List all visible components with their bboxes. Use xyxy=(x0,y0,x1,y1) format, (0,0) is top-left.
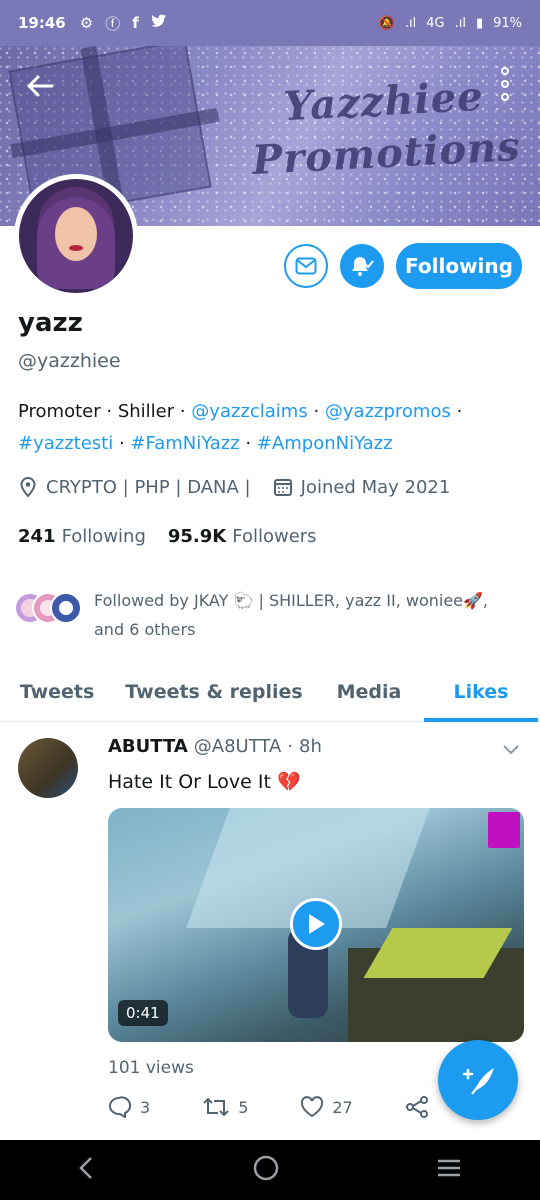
more-dot-icon xyxy=(501,93,509,101)
network-type: 4G xyxy=(426,15,445,31)
bio-mention-link[interactable]: @yazzpromos xyxy=(325,401,451,422)
like-count: 27 xyxy=(332,1097,353,1117)
bio-hashtag-link[interactable]: #FamNiYazz xyxy=(130,433,239,454)
bio-mention-link[interactable]: @yazzclaims xyxy=(191,401,307,422)
more-options-button[interactable] xyxy=(490,64,520,104)
back-button[interactable] xyxy=(18,64,62,108)
video-duration: 0:41 xyxy=(118,1000,168,1026)
broken-heart-emoji: 💔 xyxy=(276,771,301,793)
tab-likes[interactable]: Likes xyxy=(424,662,538,722)
profile-location: CRYPTO | PHP | DANA | xyxy=(46,476,251,498)
followed-by[interactable]: Followed by JKAY 🐑 | SHILLER, yazz II, w… xyxy=(14,586,534,644)
status-time: 19:46 xyxy=(18,14,66,32)
tweet-video[interactable]: 0:41 xyxy=(108,808,524,1042)
avatar-lips xyxy=(69,245,83,251)
bell-check-icon xyxy=(352,257,374,276)
signal-icon: .ıl xyxy=(404,15,417,31)
reply-count: 3 xyxy=(140,1097,151,1117)
profile-joined: Joined May 2021 xyxy=(300,476,451,498)
followers-label: Followers xyxy=(232,526,317,547)
more-dot-icon xyxy=(501,67,509,75)
bio-text: Shiller xyxy=(117,401,175,422)
battery-level: 91% xyxy=(493,15,522,31)
tab-tweets[interactable]: Tweets xyxy=(0,662,114,721)
share-icon xyxy=(405,1096,428,1118)
nav-back-icon[interactable] xyxy=(77,1154,97,1186)
notifications-button[interactable] xyxy=(340,244,384,288)
profile-tabs: Tweets Tweets & replies Media Likes xyxy=(0,662,540,722)
following-stat[interactable]: 241 Following xyxy=(18,526,146,547)
back-arrow-icon xyxy=(27,75,54,97)
profile-bio: Promoter · Shiller · @yazzclaims · @yazz… xyxy=(18,401,463,454)
followed-by-avatars xyxy=(14,586,90,626)
tweet-body: Hate It Or Love It xyxy=(108,771,271,793)
following-button[interactable]: Following xyxy=(396,243,522,289)
system-nav-bar xyxy=(0,1140,540,1200)
following-label: Following xyxy=(61,526,146,547)
play-icon xyxy=(309,914,325,934)
avatar-face xyxy=(55,207,97,261)
tweet-author-handle[interactable]: @A8UTTA xyxy=(194,736,282,757)
follow-stats: 241 Following 95.9K Followers xyxy=(18,526,317,547)
calendar-icon xyxy=(273,477,293,497)
retweet-button[interactable]: 5 xyxy=(202,1097,248,1117)
followers-stat[interactable]: 95.9K Followers xyxy=(168,526,317,547)
profile-avatar[interactable] xyxy=(14,174,138,298)
profile-name: yazz xyxy=(18,308,83,338)
tweet-header: ABUTTA @A8UTTA · 8h xyxy=(108,736,322,757)
reply-button[interactable]: 3 xyxy=(108,1096,150,1118)
share-button[interactable] xyxy=(405,1096,429,1118)
profile-handle: @yazzhiee xyxy=(18,350,121,372)
tweet-author-name[interactable]: ABUTTA xyxy=(108,736,188,757)
compose-tweet-button[interactable] xyxy=(438,1040,518,1120)
signal-icon-2: .ıl xyxy=(454,15,466,31)
location-icon xyxy=(18,476,38,498)
nav-recents-icon[interactable] xyxy=(435,1157,463,1183)
tweet-actions: 3 5 27 xyxy=(108,1096,481,1118)
settings-icon: ⚙ xyxy=(79,14,94,32)
tweet-author-avatar[interactable] xyxy=(18,738,78,798)
follower-avatar xyxy=(50,592,82,624)
tweet-separator: · xyxy=(287,736,294,757)
banner-title: Yazzhiee Promotions xyxy=(247,69,522,187)
followed-by-more: and 6 others xyxy=(94,620,196,639)
like-button[interactable]: 27 xyxy=(300,1096,353,1118)
tweet-views: 101 views xyxy=(108,1058,194,1078)
profile-meta: CRYPTO | PHP | DANA | Joined May 2021 xyxy=(18,476,450,498)
compose-feather-icon xyxy=(462,1068,494,1095)
nav-home-icon[interactable] xyxy=(251,1153,281,1187)
status-bar: 19:46 ⚙ ⓕ f 🔕 .ıl 4G .ıl ▮ 91% xyxy=(0,0,540,46)
mail-icon xyxy=(295,257,317,275)
message-button[interactable] xyxy=(284,244,328,288)
followers-count: 95.9K xyxy=(167,526,227,547)
play-button[interactable] xyxy=(290,898,342,950)
facebook-messenger-icon: ⓕ xyxy=(105,14,121,33)
bio-hashtag-link[interactable]: #yazztesti xyxy=(18,433,113,454)
bio-text: Promoter xyxy=(18,401,101,422)
more-dot-icon xyxy=(501,80,509,88)
retweet-icon xyxy=(203,1097,229,1117)
tweet-menu-chevron-icon[interactable] xyxy=(502,740,520,761)
twitter-icon xyxy=(150,14,167,32)
facebook-icon: f xyxy=(132,14,139,32)
heart-icon xyxy=(301,1096,324,1118)
battery-icon: ▮ xyxy=(475,15,484,31)
followed-by-names: Followed by JKAY 🐑 | SHILLER, yazz II, w… xyxy=(94,591,489,610)
tweet-text: Hate It Or Love It 💔 xyxy=(108,770,301,793)
video-frame-hud xyxy=(488,812,520,848)
tweet-time: 8h xyxy=(299,736,322,757)
followed-by-text: Followed by JKAY 🐑 | SHILLER, yazz II, w… xyxy=(90,586,488,644)
following-count: 241 xyxy=(18,526,56,547)
tab-tweets-replies[interactable]: Tweets & replies xyxy=(114,662,314,721)
retweet-count: 5 xyxy=(238,1097,249,1117)
mute-icon: 🔕 xyxy=(378,15,395,31)
bio-hashtag-link[interactable]: #AmponNiYazz xyxy=(257,433,393,454)
tab-media[interactable]: Media xyxy=(314,662,424,721)
reply-icon xyxy=(109,1096,132,1118)
